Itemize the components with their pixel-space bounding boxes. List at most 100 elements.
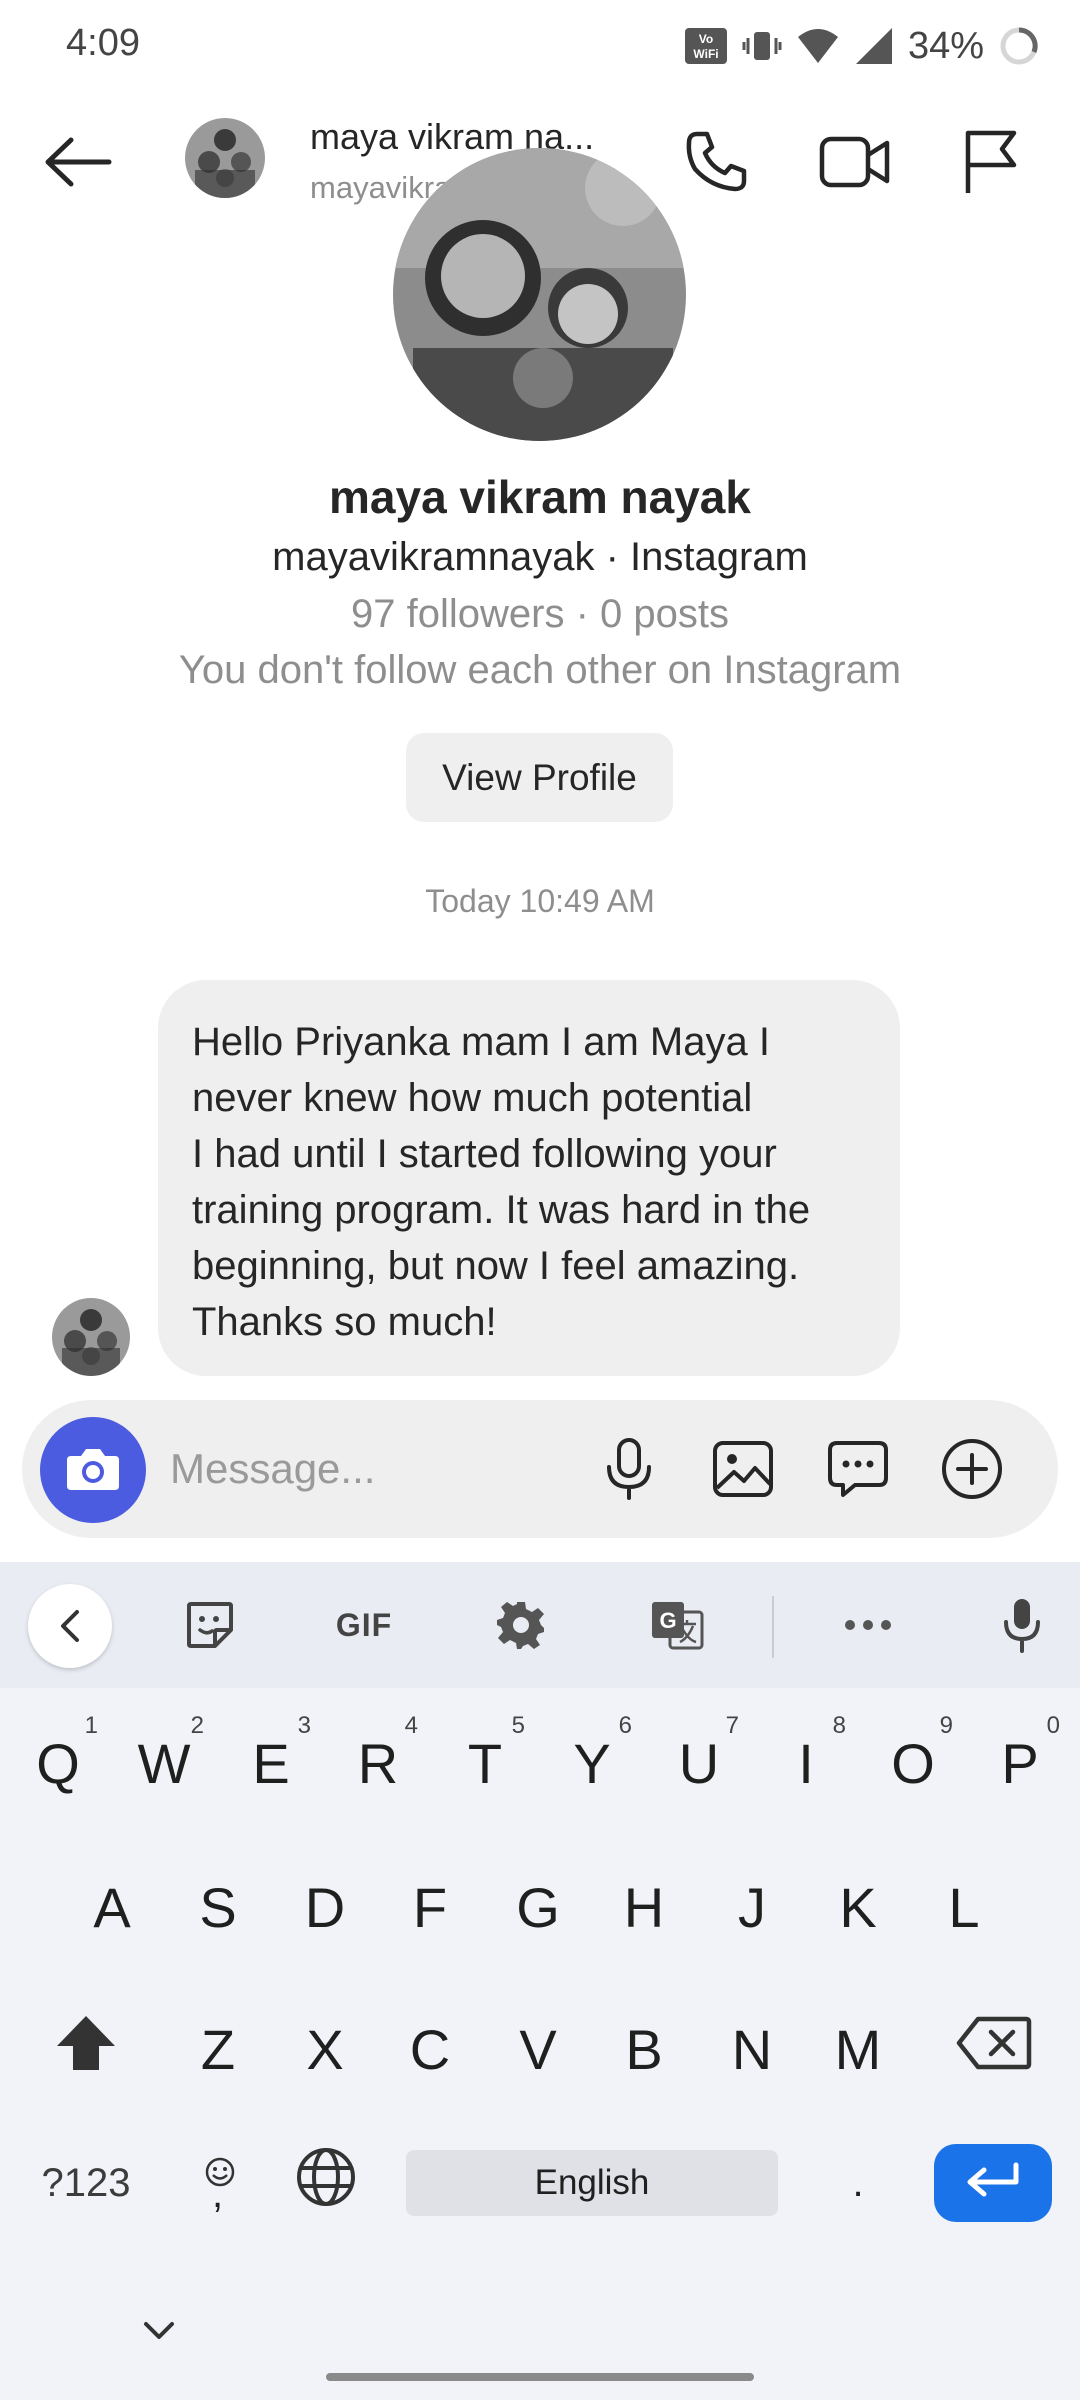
symbols-key[interactable]: ?123 [34, 2128, 138, 2238]
view-profile-button[interactable]: View Profile [406, 733, 673, 822]
status-bar: 4:09 Vo WiFi 34% [0, 0, 1080, 92]
gif-icon[interactable]: GIF [324, 1590, 404, 1660]
key-v[interactable]: V [488, 1994, 588, 2104]
key-label: U [678, 1731, 720, 1795]
emoji-comma-key[interactable]: , [170, 2128, 270, 2238]
vowifi-icon: Vo WiFi [684, 27, 728, 65]
sticker-chat-icon[interactable] [823, 1434, 893, 1504]
key-f[interactable]: F [380, 1852, 480, 1962]
cell-signal-icon [854, 26, 894, 66]
key-e[interactable]: E3 [221, 1708, 321, 1818]
gallery-icon[interactable] [708, 1434, 778, 1504]
space-key[interactable]: English [406, 2150, 778, 2216]
key-b[interactable]: B [594, 1994, 694, 2104]
message-line: beginning, but now I feel amazing. [192, 1244, 800, 1288]
key-p[interactable]: P0 [970, 1708, 1070, 1818]
hide-keyboard-chevron-icon[interactable] [134, 2306, 184, 2356]
svg-text:G: G [659, 1608, 676, 1633]
period-key[interactable]: . [808, 2128, 908, 2238]
key-label: W [137, 1731, 191, 1795]
key-m[interactable]: M [808, 1994, 908, 2104]
add-circle-icon[interactable] [937, 1434, 1007, 1504]
gif-label: GIF [335, 1606, 393, 1643]
status-time: 4:09 [66, 22, 140, 64]
key-label: I [798, 1731, 814, 1795]
key-n[interactable]: N [702, 1994, 802, 2104]
message-line: training program. It was hard in the [192, 1188, 811, 1232]
shift-icon [55, 2014, 117, 2085]
key-label: T [467, 1731, 503, 1795]
key-hint: 9 [939, 1712, 953, 1739]
profile-photo[interactable] [393, 148, 686, 441]
key-w[interactable]: W2 [114, 1708, 214, 1818]
message-text: Hello Priyanka mam I am Maya I never kne… [192, 1014, 868, 1350]
key-g[interactable]: G [488, 1852, 588, 1962]
key-c[interactable]: C [380, 1994, 480, 2104]
globe-icon [295, 2146, 357, 2221]
message-line: Thanks so much! [192, 1300, 497, 1344]
more-dots-icon[interactable] [828, 1590, 908, 1660]
camera-button[interactable] [40, 1417, 146, 1523]
follow-status: You don't follow each other on Instagram [178, 648, 902, 692]
voice-mic-icon[interactable] [982, 1590, 1062, 1660]
key-h[interactable]: H [594, 1852, 694, 1962]
svg-text:Vo: Vo [699, 32, 713, 46]
microphone-icon[interactable] [594, 1434, 664, 1504]
key-t[interactable]: T5 [435, 1708, 535, 1818]
key-l[interactable]: L [914, 1852, 1014, 1962]
key-s[interactable]: S [168, 1852, 268, 1962]
key-u[interactable]: U7 [649, 1708, 749, 1818]
phone-call-icon[interactable] [676, 122, 756, 202]
key-hint: 2 [190, 1712, 204, 1739]
profile-stats: 97 followers · 0 posts [351, 592, 729, 636]
report-flag-icon[interactable] [950, 122, 1030, 202]
translate-icon[interactable]: G [637, 1590, 717, 1660]
key-a[interactable]: A [62, 1852, 162, 1962]
camera-icon [65, 1444, 121, 1497]
message-composer [22, 1400, 1058, 1538]
key-label: Q [36, 1731, 80, 1795]
key-hint: 6 [618, 1712, 632, 1739]
key-d[interactable]: D [275, 1852, 375, 1962]
key-label: R [357, 1731, 399, 1795]
key-o[interactable]: O9 [863, 1708, 963, 1818]
message-input[interactable] [170, 1434, 590, 1504]
key-hint: 5 [511, 1712, 525, 1739]
backspace-key[interactable] [944, 1994, 1044, 2104]
language-globe-key[interactable] [276, 2128, 376, 2238]
key-label: E [252, 1731, 290, 1795]
key-z[interactable]: Z [168, 1994, 268, 2104]
key-hint: 7 [725, 1712, 739, 1739]
keyboard-toolbar: GIF G [0, 1562, 1080, 1688]
wifi-icon [796, 27, 840, 65]
key-hint: 4 [404, 1712, 418, 1739]
sender-avatar[interactable] [52, 1298, 130, 1376]
key-q[interactable]: Q1 [8, 1708, 108, 1818]
key-y[interactable]: Y6 [542, 1708, 642, 1818]
key-hint: 0 [1046, 1712, 1060, 1739]
header-avatar[interactable] [185, 118, 265, 198]
shift-key[interactable] [36, 1994, 136, 2104]
key-hint: 1 [84, 1712, 98, 1739]
enter-arrow-icon [964, 2162, 1022, 2205]
key-x[interactable]: X [275, 1994, 375, 2104]
status-icons: Vo WiFi 34% [684, 18, 1040, 74]
key-k[interactable]: K [808, 1852, 908, 1962]
key-label: Y [573, 1731, 611, 1795]
message-bubble[interactable]: Hello Priyanka mam I am Maya I never kne… [158, 980, 900, 1376]
message-timestamp: Today 10:49 AM [425, 883, 655, 919]
settings-gear-icon[interactable] [481, 1590, 561, 1660]
battery-ring-icon [998, 25, 1040, 67]
back-arrow-icon[interactable] [38, 122, 118, 202]
svg-text:WiFi: WiFi [693, 47, 718, 61]
enter-key[interactable] [934, 2144, 1052, 2222]
video-call-icon[interactable] [815, 122, 895, 202]
key-r[interactable]: R4 [328, 1708, 428, 1818]
sticker-icon[interactable] [170, 1590, 250, 1660]
key-j[interactable]: J [702, 1852, 802, 1962]
collapse-left-icon[interactable] [28, 1584, 112, 1668]
toolbar-divider [772, 1596, 774, 1658]
key-i[interactable]: I8 [756, 1708, 856, 1818]
gesture-home-bar[interactable] [326, 2373, 754, 2381]
vibrate-icon [742, 26, 782, 66]
